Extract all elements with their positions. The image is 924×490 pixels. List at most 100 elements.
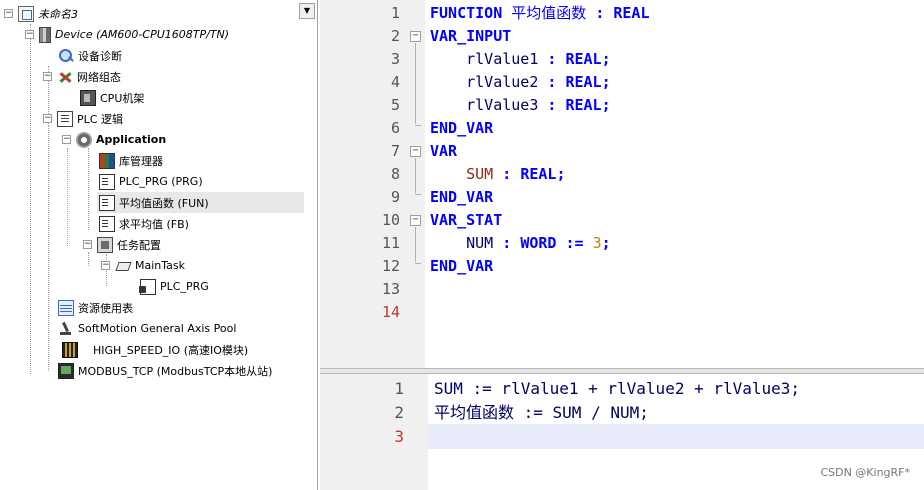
function-block-doc-icon: [99, 215, 115, 232]
tree-node-library-manager[interactable]: 库管理器: [99, 150, 163, 171]
code-line[interactable]: SUM : REAL;: [430, 163, 565, 186]
tree-node-network-config[interactable]: − 网络组态: [43, 66, 121, 87]
tree-node-plc-prg[interactable]: PLC_PRG (PRG): [99, 171, 203, 192]
collapse-toggle[interactable]: −: [43, 114, 52, 123]
code-line[interactable]: 平均值函数 := SUM / NUM;: [434, 401, 649, 424]
fold-guide: [415, 43, 416, 124]
code-token: 3: [592, 234, 602, 252]
tree-node-cpu-rack[interactable]: CPU机架: [80, 87, 144, 108]
tree-node-label: 网络组态: [77, 70, 121, 84]
code-line[interactable]: rlValue3 : REAL;: [430, 94, 611, 117]
fold-toggle-var-stat[interactable]: −: [410, 215, 421, 226]
line-number: 1: [390, 4, 400, 22]
tree-node-softmotion-axis-pool[interactable]: SoftMotion General Axis Pool: [58, 318, 236, 339]
collapse-toggle[interactable]: −: [83, 240, 92, 249]
collapse-toggle[interactable]: −: [101, 261, 110, 270]
program-call-icon: [139, 278, 156, 295]
code-token: REAL: [565, 73, 602, 91]
tree-node-label: 求平均值 (FB): [119, 217, 189, 231]
collapse-toggle[interactable]: −: [4, 9, 13, 18]
code-token: 平均值函数: [502, 4, 596, 22]
tree-node-label: MainTask: [135, 259, 185, 272]
code-line[interactable]: VAR: [430, 140, 457, 163]
tree-node-label: SoftMotion General Axis Pool: [78, 322, 237, 335]
tree-node-main-task[interactable]: − MainTask: [101, 255, 185, 276]
code-token: :: [502, 234, 512, 252]
program-doc-icon: [99, 173, 115, 190]
network-config-icon: [57, 69, 73, 85]
tree-node-label: CPU机架: [100, 91, 145, 105]
device-icon: [39, 26, 51, 43]
tree-node-project-root[interactable]: − 未命名3: [4, 3, 78, 24]
fold-guide: [415, 158, 416, 193]
code-token: END_VAR: [430, 257, 494, 275]
tree-node-label: PLC_PRG: [160, 280, 209, 293]
cpu-rack-icon: [80, 89, 96, 106]
code-token: END_VAR: [430, 119, 494, 137]
tree-node-label: Device (AM600-CPU1608TP/TN): [55, 28, 230, 41]
line-number: 11: [381, 234, 400, 252]
line-number: 5: [390, 96, 400, 114]
tree-node-device[interactable]: − Device (AM600-CPU1608TP/TN): [25, 24, 229, 45]
code-token: ;: [601, 234, 611, 252]
tree-node-task-config[interactable]: − 任务配置: [83, 234, 161, 255]
line-number: 2: [390, 27, 400, 45]
code-line[interactable]: rlValue1 : REAL;: [430, 48, 611, 71]
collapse-toggle[interactable]: −: [62, 135, 71, 144]
code-token: 平均值函数 := SUM / NUM;: [434, 403, 649, 422]
tree-node-average-function[interactable]: 平均值函数 (FUN): [97, 192, 304, 213]
tree-node-average-fb[interactable]: 求平均值 (FB): [99, 213, 189, 234]
tree-node-plc-logic[interactable]: − PLC 逻辑: [43, 108, 123, 129]
tree-connector: [48, 126, 49, 371]
tree-node-plc-prg-call[interactable]: PLC_PRG: [139, 276, 209, 297]
line-number: 3: [394, 427, 404, 446]
code-line[interactable]: VAR_INPUT: [430, 25, 511, 48]
tree-dropdown-button[interactable]: ▼: [299, 3, 315, 19]
application-gear-icon: [76, 131, 92, 148]
tree-node-diagnostics[interactable]: 设备诊断: [58, 45, 122, 66]
library-manager-icon: [99, 152, 115, 169]
tree-node-high-speed-io[interactable]: HIGH_SPEED_IO (高速IO模块): [62, 339, 248, 360]
fold-toggle-var[interactable]: −: [410, 146, 421, 157]
code-line[interactable]: FUNCTION 平均值函数 : REAL: [430, 2, 650, 25]
code-token: VAR_INPUT: [430, 27, 512, 45]
tree-node-modbus-tcp[interactable]: MODBUS_TCP (ModbusTCP本地从站): [58, 360, 272, 381]
resource-table-icon: [58, 299, 74, 316]
fold-guide: [415, 125, 421, 126]
tree-node-resource-table[interactable]: 资源使用表: [58, 297, 133, 318]
code-token: VAR_STAT: [430, 211, 503, 229]
code-token: REAL: [613, 4, 650, 22]
diagnostics-icon: [58, 48, 74, 64]
code-token: :: [502, 165, 512, 183]
fold-toggle-var-input[interactable]: −: [410, 31, 421, 42]
tree-connector: [88, 148, 89, 230]
code-token: :: [595, 4, 605, 22]
code-line[interactable]: END_VAR: [430, 117, 493, 140]
code-token: SUM := rlValue1 + rlValue2 + rlValue3;: [434, 379, 801, 398]
code-line[interactable]: END_VAR: [430, 255, 493, 278]
tree-node-application[interactable]: − Application: [62, 129, 166, 150]
code-token: ;: [601, 73, 611, 91]
line-number: 9: [390, 188, 400, 206]
code-token: ;: [601, 96, 611, 114]
line-number: 6: [390, 119, 400, 137]
high-speed-io-icon: [62, 341, 78, 358]
tree-node-label: Application: [96, 133, 167, 146]
line-number: 7: [390, 142, 400, 160]
code-line[interactable]: rlValue2 : REAL;: [430, 71, 611, 94]
code-line[interactable]: VAR_STAT: [430, 209, 502, 232]
code-token: rlValue3: [430, 96, 548, 114]
line-number: 8: [390, 165, 400, 183]
line-number: 1: [394, 379, 404, 398]
code-line[interactable]: END_VAR: [430, 186, 493, 209]
collapse-toggle[interactable]: −: [25, 30, 34, 39]
code-line[interactable]: NUM : WORD := 3;: [430, 232, 611, 255]
project-root-icon: [18, 5, 34, 22]
code-token: VAR: [430, 142, 458, 160]
code-line[interactable]: SUM := rlValue1 + rlValue2 + rlValue3;: [434, 377, 800, 400]
line-number: 13: [381, 280, 400, 298]
collapse-toggle[interactable]: −: [43, 72, 52, 81]
